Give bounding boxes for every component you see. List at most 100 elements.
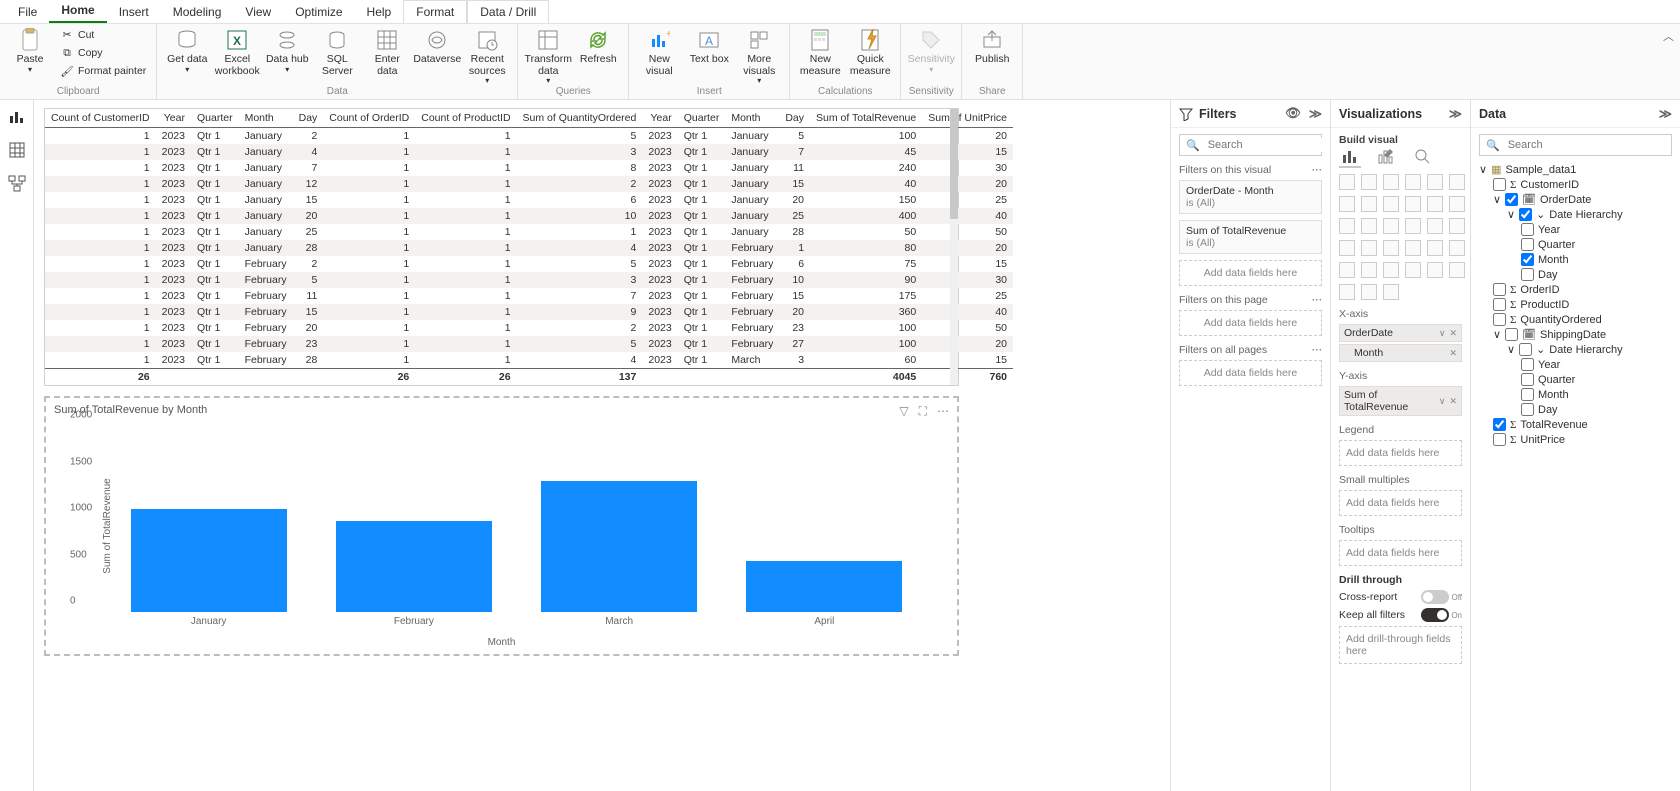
field-quantityordered[interactable]: ΣQuantityOrdered	[1479, 312, 1672, 327]
visual-type-icon[interactable]	[1427, 240, 1443, 256]
filters-search-input[interactable]	[1206, 138, 1330, 152]
table-header[interactable]: Quarter	[678, 109, 726, 128]
legend-well[interactable]: Add data fields here	[1339, 440, 1462, 466]
visual-type-icon[interactable]	[1361, 240, 1377, 256]
table-row[interactable]: 12023Qtr 1January41132023Qtr 1January745…	[45, 144, 1013, 160]
table-row[interactable]: 12023Qtr 1January281142023Qtr 1February1…	[45, 240, 1013, 256]
text-box-button[interactable]: AText box	[685, 26, 733, 86]
field-unitprice[interactable]: ΣUnitPrice	[1479, 432, 1672, 447]
visual-type-icon[interactable]	[1339, 284, 1355, 300]
filters-search[interactable]: 🔍	[1179, 134, 1322, 156]
bar[interactable]	[746, 561, 902, 612]
cross-report-toggle[interactable]	[1421, 590, 1449, 604]
visual-type-icon[interactable]	[1361, 284, 1377, 300]
report-view-button[interactable]	[7, 106, 27, 126]
table-row[interactable]: 12023Qtr 1February51132023Qtr 1February1…	[45, 272, 1013, 288]
add-filter-well[interactable]: Add data fields here	[1179, 360, 1322, 386]
table-row[interactable]: 12023Qtr 1February231152023Qtr 1February…	[45, 336, 1013, 352]
collapse-icon[interactable]: ≫	[1449, 106, 1462, 121]
ribbon-collapse-icon[interactable]: ︿	[1663, 28, 1674, 44]
visual-type-icon[interactable]	[1427, 174, 1443, 190]
add-filter-well[interactable]: Add data fields here	[1179, 260, 1322, 286]
sql-server-button[interactable]: SQL Server	[313, 26, 361, 86]
field-datehierarchy2[interactable]: ∨⌄Date Hierarchy	[1479, 342, 1672, 357]
tab-modeling[interactable]: Modeling	[161, 1, 234, 23]
recent-sources-button[interactable]: Recent sources▾	[463, 26, 511, 86]
quick-measure-button[interactable]: Quick measure	[846, 26, 894, 86]
table-row[interactable]: 12023Qtr 1February21152023Qtr 1February6…	[45, 256, 1013, 272]
drill-well[interactable]: Add drill-through fields here	[1339, 626, 1462, 664]
visual-type-icon[interactable]	[1405, 262, 1421, 278]
report-canvas[interactable]: Count of CustomerIDYearQuarterMonthDayCo…	[34, 100, 1155, 791]
field-chip-month[interactable]: Month✕	[1339, 344, 1462, 362]
field-quarter2[interactable]: Quarter	[1479, 372, 1672, 387]
table-header[interactable]: Month	[725, 109, 779, 128]
field-month[interactable]: Month	[1479, 252, 1672, 267]
table-row[interactable]: 12023Qtr 1February201122023Qtr 1February…	[45, 320, 1013, 336]
visual-type-icon[interactable]	[1383, 284, 1399, 300]
table-header[interactable]: Count of ProductID	[415, 109, 516, 128]
data-hub-button[interactable]: Data hub▾	[263, 26, 311, 86]
field-chip-totalrevenue[interactable]: Sum of TotalRevenue∨✕	[1339, 386, 1462, 416]
bar[interactable]	[131, 509, 287, 612]
visual-type-icon[interactable]	[1427, 218, 1443, 234]
smallmult-well[interactable]: Add data fields here	[1339, 490, 1462, 516]
dataverse-button[interactable]: Dataverse	[413, 26, 461, 86]
field-quarter[interactable]: Quarter	[1479, 237, 1672, 252]
tab-view[interactable]: View	[233, 1, 283, 23]
table-header[interactable]: Month	[239, 109, 293, 128]
field-productid[interactable]: ΣProductID	[1479, 297, 1672, 312]
table-header[interactable]: Year	[642, 109, 677, 128]
more-icon[interactable]: ⋯	[1312, 344, 1323, 356]
table-row[interactable]: 12023Qtr 1February111172023Qtr 1February…	[45, 288, 1013, 304]
visual-type-icon[interactable]	[1339, 174, 1355, 190]
more-icon[interactable]: ⋯	[1312, 164, 1323, 176]
visual-type-icon[interactable]	[1361, 262, 1377, 278]
visual-type-icon[interactable]	[1405, 218, 1421, 234]
more-options-icon[interactable]: ⋯	[937, 404, 949, 419]
build-tab[interactable]	[1339, 146, 1361, 168]
field-chip-orderdate[interactable]: OrderDate∨✕	[1339, 324, 1462, 342]
format-painter-button[interactable]: 🖌Format painter	[56, 62, 150, 80]
visual-type-icon[interactable]	[1383, 240, 1399, 256]
table-row[interactable]: 12023Qtr 1January21152023Qtr 1January510…	[45, 128, 1013, 145]
enter-data-button[interactable]: Enter data	[363, 26, 411, 86]
visual-type-icon[interactable]	[1383, 196, 1399, 212]
keep-filters-toggle[interactable]	[1421, 608, 1449, 622]
get-data-button[interactable]: Get data▾	[163, 26, 211, 86]
tab-optimize[interactable]: Optimize	[283, 1, 354, 23]
visual-type-icon[interactable]	[1339, 262, 1355, 278]
collapse-icon[interactable]: ≫	[1309, 106, 1322, 121]
collapse-icon[interactable]: ≫	[1659, 106, 1672, 121]
bar[interactable]	[541, 481, 697, 612]
visual-type-icon[interactable]	[1427, 262, 1443, 278]
refresh-button[interactable]: Refresh	[574, 26, 622, 86]
visual-type-icon[interactable]	[1339, 196, 1355, 212]
more-icon[interactable]: ⋯	[1312, 294, 1323, 306]
field-customerid[interactable]: ΣCustomerID	[1479, 177, 1672, 192]
publish-button[interactable]: Publish	[968, 26, 1016, 86]
tab-file[interactable]: File	[6, 1, 49, 23]
format-tab[interactable]	[1375, 146, 1397, 168]
cut-button[interactable]: ✂Cut	[56, 26, 150, 44]
field-day2[interactable]: Day	[1479, 402, 1672, 417]
table-row[interactable]: 12023Qtr 1January71182023Qtr 1January112…	[45, 160, 1013, 176]
visual-type-icon[interactable]	[1339, 218, 1355, 234]
data-search[interactable]: 🔍	[1479, 134, 1672, 156]
visual-type-icon[interactable]	[1383, 218, 1399, 234]
visual-type-icon[interactable]	[1405, 174, 1421, 190]
visual-type-icon[interactable]	[1449, 262, 1465, 278]
table-scrollbar[interactable]	[950, 109, 958, 385]
visual-type-icon[interactable]	[1449, 196, 1465, 212]
visual-type-icon[interactable]	[1405, 240, 1421, 256]
table-row[interactable]: 12023Qtr 1February151192023Qtr 1February…	[45, 304, 1013, 320]
visual-type-icon[interactable]	[1427, 196, 1443, 212]
visual-type-icon[interactable]	[1361, 196, 1377, 212]
chart-visual[interactable]: Sum of TotalRevenue by Month ▽ ⛶ ⋯ Sum o…	[44, 396, 959, 656]
table-header[interactable]: Sum of QuantityOrdered	[517, 109, 643, 128]
table-row[interactable]: 12023Qtr 1February281142023Qtr 1March360…	[45, 352, 1013, 369]
table-header[interactable]: Day	[779, 109, 810, 128]
table-row[interactable]: 12023Qtr 1January151162023Qtr 1January20…	[45, 192, 1013, 208]
table-visual[interactable]: Count of CustomerIDYearQuarterMonthDayCo…	[44, 108, 959, 386]
visual-type-icon[interactable]	[1383, 174, 1399, 190]
